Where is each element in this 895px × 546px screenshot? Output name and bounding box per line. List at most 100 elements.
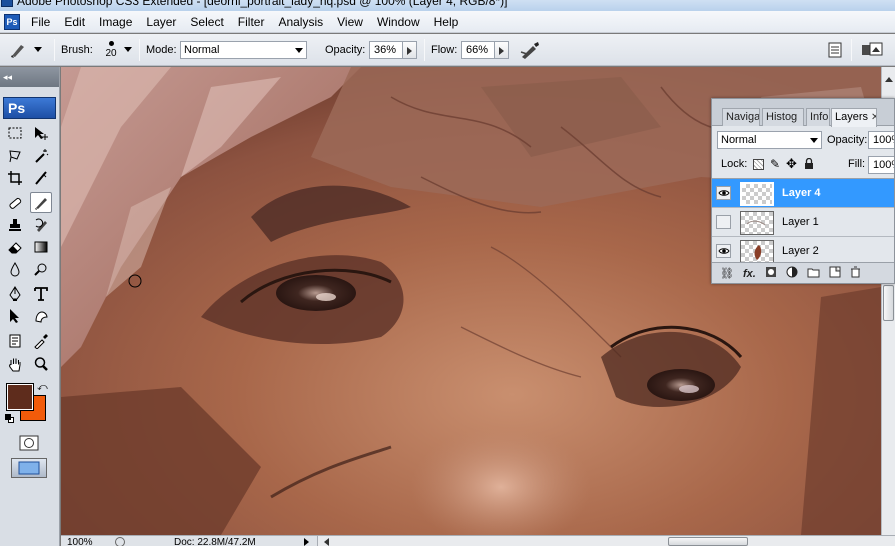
menu-filter[interactable]: Filter — [231, 12, 272, 32]
link-icon[interactable]: ⛓ — [720, 267, 734, 280]
gradient-icon — [34, 241, 48, 252]
move-tool[interactable] — [30, 122, 52, 143]
visibility-toggle[interactable] — [716, 186, 731, 200]
opacity-input[interactable]: 36% — [369, 41, 403, 59]
eye-icon — [717, 248, 730, 254]
custom-shape-tool[interactable] — [30, 305, 52, 326]
history-brush-tool[interactable] — [30, 214, 52, 235]
opacity-slider-button[interactable] — [403, 41, 417, 59]
bridge-button[interactable] — [860, 34, 884, 66]
horizontal-scrollbar[interactable] — [317, 536, 895, 546]
status-menu-icon[interactable] — [115, 537, 125, 546]
visibility-toggle[interactable] — [716, 215, 731, 229]
visibility-toggle[interactable] — [716, 244, 731, 258]
h-scroll-thumb[interactable] — [668, 537, 748, 546]
scroll-thumb[interactable] — [883, 285, 894, 321]
fx-icon[interactable]: fx. — [743, 268, 756, 280]
tool-presets-button[interactable] — [826, 34, 844, 66]
toolbox: ◂◂ Ps ⤺ — [0, 67, 60, 546]
screen-mode-button[interactable] — [11, 458, 47, 478]
adjustment-icon[interactable] — [786, 266, 798, 281]
layer-name[interactable]: Layer 2 — [782, 245, 819, 257]
slice-tool[interactable] — [30, 167, 52, 188]
layer-row-layer-4[interactable]: Layer 4 — [712, 179, 894, 208]
menu-analysis[interactable]: Analysis — [271, 12, 330, 32]
brush-tool[interactable] — [30, 192, 52, 213]
fill-input[interactable]: 100% — [868, 156, 894, 174]
lock-all-icon[interactable] — [804, 157, 814, 173]
window-title: Adobe Photoshop CS3 Extended - [deorni_p… — [17, 0, 508, 8]
brush-tip-icon — [108, 41, 114, 46]
flow-slider-button[interactable] — [495, 41, 509, 59]
menu-layer[interactable]: Layer — [139, 12, 183, 32]
flow-input[interactable]: 66% — [461, 41, 495, 59]
layer-thumbnail — [740, 240, 774, 264]
zoom-level[interactable]: 100% — [67, 537, 93, 546]
layer-opacity-input[interactable]: 100% — [868, 131, 894, 149]
brush-picker[interactable]: 20 — [99, 34, 123, 66]
tab-layers[interactable]: Layers ✕ — [831, 108, 877, 127]
arrow-pointer-icon — [10, 308, 19, 323]
tab-info[interactable]: Info — [806, 108, 830, 126]
zoom-tool[interactable] — [30, 353, 52, 374]
clone-stamp-tool[interactable] — [4, 214, 26, 235]
status-arrow-icon[interactable] — [304, 538, 309, 546]
ps-logo-icon[interactable]: Ps — [4, 13, 20, 30]
scroll-left-arrow-icon[interactable] — [324, 538, 329, 546]
dodge-tool[interactable] — [30, 258, 52, 279]
tool-preset-picker[interactable] — [8, 34, 42, 66]
layer-opacity-label: Opacity: — [827, 134, 868, 146]
lock-pixels-icon[interactable]: ✎ — [770, 157, 780, 171]
marquee-tool[interactable] — [4, 122, 26, 143]
fill-label: Fill: — [848, 158, 866, 170]
default-colors-icon[interactable] — [5, 414, 15, 424]
menu-file[interactable]: File — [24, 12, 57, 32]
swap-colors-icon[interactable]: ⤺ — [37, 382, 48, 393]
airbrush-button[interactable] — [519, 34, 541, 66]
eyedropper-tool[interactable] — [30, 330, 52, 351]
close-icon[interactable]: ✕ — [871, 109, 876, 127]
mode-select[interactable]: Normal — [180, 41, 307, 59]
blur-tool[interactable] — [4, 258, 26, 279]
menu-edit[interactable]: Edit — [57, 12, 92, 32]
brush-dropdown-arrow[interactable] — [124, 34, 132, 66]
lock-transparency-icon[interactable] — [753, 159, 764, 170]
hand-tool[interactable] — [4, 353, 26, 374]
type-tool[interactable] — [30, 283, 52, 304]
trash-icon[interactable] — [850, 266, 861, 281]
menu-image[interactable]: Image — [92, 12, 139, 32]
magic-wand-tool[interactable] — [30, 145, 52, 166]
group-folder-icon[interactable] — [807, 267, 820, 281]
menu-window[interactable]: Window — [370, 12, 427, 32]
crop-tool[interactable] — [4, 167, 26, 188]
new-layer-icon[interactable] — [829, 266, 841, 281]
pen-tool[interactable] — [4, 283, 26, 304]
quick-mask-button[interactable] — [17, 434, 41, 452]
layer-row-layer-1[interactable]: Layer 1 — [712, 208, 894, 237]
layer-name[interactable]: Layer 1 — [782, 216, 819, 228]
lasso-tool[interactable] — [4, 145, 26, 166]
mask-icon[interactable] — [765, 266, 777, 281]
foreground-color-swatch[interactable] — [6, 383, 34, 411]
tab-navigator[interactable]: Naviga — [722, 108, 760, 126]
layers-panel-footer: ⛓ fx. — [712, 262, 894, 283]
document-icon — [828, 42, 842, 58]
scroll-up-arrow-icon[interactable] — [885, 77, 893, 82]
status-bar: 100% Doc: 22.8M/47.2M — [61, 535, 895, 546]
path-selection-tool[interactable] — [4, 305, 26, 326]
brush-size: 20 — [105, 48, 117, 59]
menu-select[interactable]: Select — [183, 12, 230, 32]
healing-brush-tool[interactable] — [4, 192, 26, 213]
options-bar: Brush: 20 Mode: Normal Opacity: 36% Flow… — [0, 34, 895, 66]
menu-view[interactable]: View — [330, 12, 370, 32]
gradient-tool[interactable] — [30, 236, 52, 257]
tab-histogram[interactable]: Histog — [762, 108, 804, 126]
eraser-tool[interactable] — [4, 236, 26, 257]
layer-name[interactable]: Layer 4 — [782, 187, 821, 199]
menu-help[interactable]: Help — [427, 12, 466, 32]
toolbox-collapse[interactable]: ◂◂ — [0, 67, 59, 87]
blend-mode-select[interactable]: Normal — [717, 131, 822, 149]
water-drop-icon — [10, 261, 20, 276]
lock-position-icon[interactable]: ✥ — [786, 156, 797, 172]
notes-tool[interactable] — [4, 330, 26, 351]
